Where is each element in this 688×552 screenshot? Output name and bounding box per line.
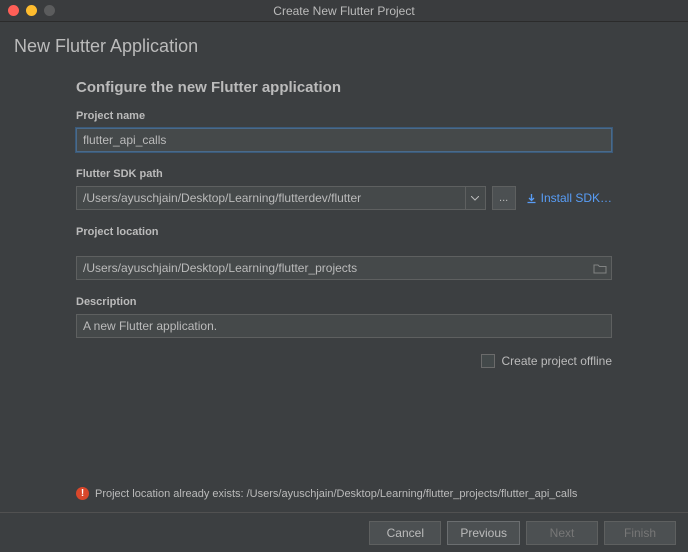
cancel-button[interactable]: Cancel (369, 521, 441, 545)
description-input[interactable] (76, 314, 612, 338)
sdk-path-combo[interactable]: /Users/ayuschjain/Desktop/Learning/flutt… (76, 186, 486, 210)
sdk-path-label: Flutter SDK path (76, 168, 612, 180)
section-title: Configure the new Flutter application (76, 79, 612, 96)
dialog-footer: Cancel Previous Next Finish (0, 512, 688, 552)
previous-button[interactable]: Previous (447, 521, 520, 545)
error-message-row: ! Project location already exists: /User… (76, 487, 577, 500)
sdk-path-field-group: Flutter SDK path /Users/ayuschjain/Deskt… (76, 168, 612, 210)
install-sdk-label: Install SDK… (541, 191, 612, 205)
error-icon: ! (76, 487, 89, 500)
download-icon (526, 193, 537, 204)
chevron-down-icon (471, 196, 479, 201)
dialog-content: Configure the new Flutter application Pr… (0, 61, 688, 368)
description-field-group: Description (76, 296, 612, 338)
next-button: Next (526, 521, 598, 545)
close-window-button[interactable] (8, 5, 19, 16)
project-location-field-group: Project location /Users/ayuschjain/Deskt… (76, 226, 612, 280)
folder-icon (593, 263, 607, 274)
project-location-label: Project location (76, 226, 612, 238)
traffic-lights (0, 5, 55, 16)
project-location-browse-button[interactable] (589, 257, 611, 279)
sdk-path-browse-button[interactable]: ... (492, 186, 516, 210)
create-offline-label: Create project offline (501, 354, 612, 368)
install-sdk-link[interactable]: Install SDK… (526, 191, 612, 205)
project-name-field-group: Project name (76, 110, 612, 152)
finish-button: Finish (604, 521, 676, 545)
project-name-input[interactable] (76, 128, 612, 152)
project-location-input[interactable]: /Users/ayuschjain/Desktop/Learning/flutt… (77, 257, 589, 279)
error-message: Project location already exists: /Users/… (95, 488, 577, 500)
offline-checkbox-row: Create project offline (76, 354, 612, 368)
maximize-window-button[interactable] (44, 5, 55, 16)
window-title: Create New Flutter Project (0, 4, 688, 18)
create-offline-checkbox[interactable] (481, 354, 495, 368)
description-label: Description (76, 296, 612, 308)
sdk-path-dropdown-button[interactable] (465, 187, 485, 209)
minimize-window-button[interactable] (26, 5, 37, 16)
project-name-label: Project name (76, 110, 612, 122)
sdk-path-value: /Users/ayuschjain/Desktop/Learning/flutt… (77, 187, 465, 209)
dialog-header: New Flutter Application (0, 22, 688, 61)
titlebar: Create New Flutter Project (0, 0, 688, 22)
page-title: New Flutter Application (14, 36, 674, 57)
project-location-input-row: /Users/ayuschjain/Desktop/Learning/flutt… (76, 256, 612, 280)
